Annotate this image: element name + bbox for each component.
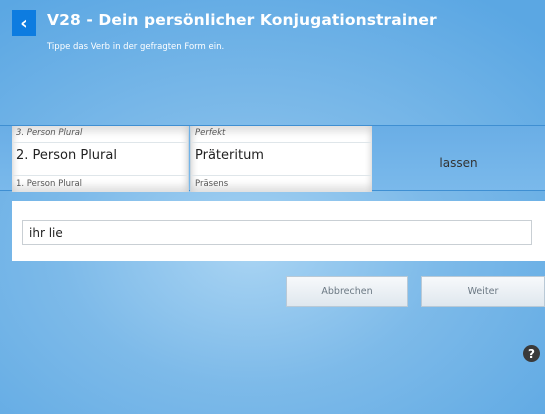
question-mark-icon: ? bbox=[528, 346, 535, 361]
tense-option-above[interactable]: Perfekt bbox=[195, 128, 225, 138]
cancel-button[interactable]: Abbrechen bbox=[286, 276, 408, 307]
conjugation-picker: 3. Person Plural 2. Person Plural 1. Per… bbox=[0, 125, 545, 192]
answer-area bbox=[12, 201, 545, 261]
verb-label: lassen bbox=[439, 155, 478, 170]
tense-wheel[interactable]: Perfekt Präteritum Präsens bbox=[190, 126, 372, 192]
instruction-text: Tippe das Verb in der gefragten Form ein… bbox=[47, 42, 225, 52]
next-button[interactable]: Weiter bbox=[421, 276, 545, 307]
person-option-selected[interactable]: 2. Person Plural bbox=[16, 148, 117, 163]
help-button[interactable]: ? bbox=[523, 345, 540, 362]
person-option-below[interactable]: 1. Person Plural bbox=[16, 179, 82, 189]
page-title: V28 - Dein persönlicher Konjugationstrai… bbox=[47, 11, 437, 29]
person-wheel[interactable]: 3. Person Plural 2. Person Plural 1. Per… bbox=[12, 126, 189, 192]
tense-option-selected[interactable]: Präteritum bbox=[195, 148, 264, 163]
verb-panel: lassen bbox=[372, 126, 545, 192]
tense-option-below[interactable]: Präsens bbox=[195, 179, 228, 189]
back-button[interactable]: ‹ bbox=[12, 10, 36, 36]
person-option-above[interactable]: 3. Person Plural bbox=[16, 128, 82, 138]
answer-input[interactable] bbox=[22, 220, 532, 245]
chevron-left-icon: ‹ bbox=[20, 12, 28, 34]
